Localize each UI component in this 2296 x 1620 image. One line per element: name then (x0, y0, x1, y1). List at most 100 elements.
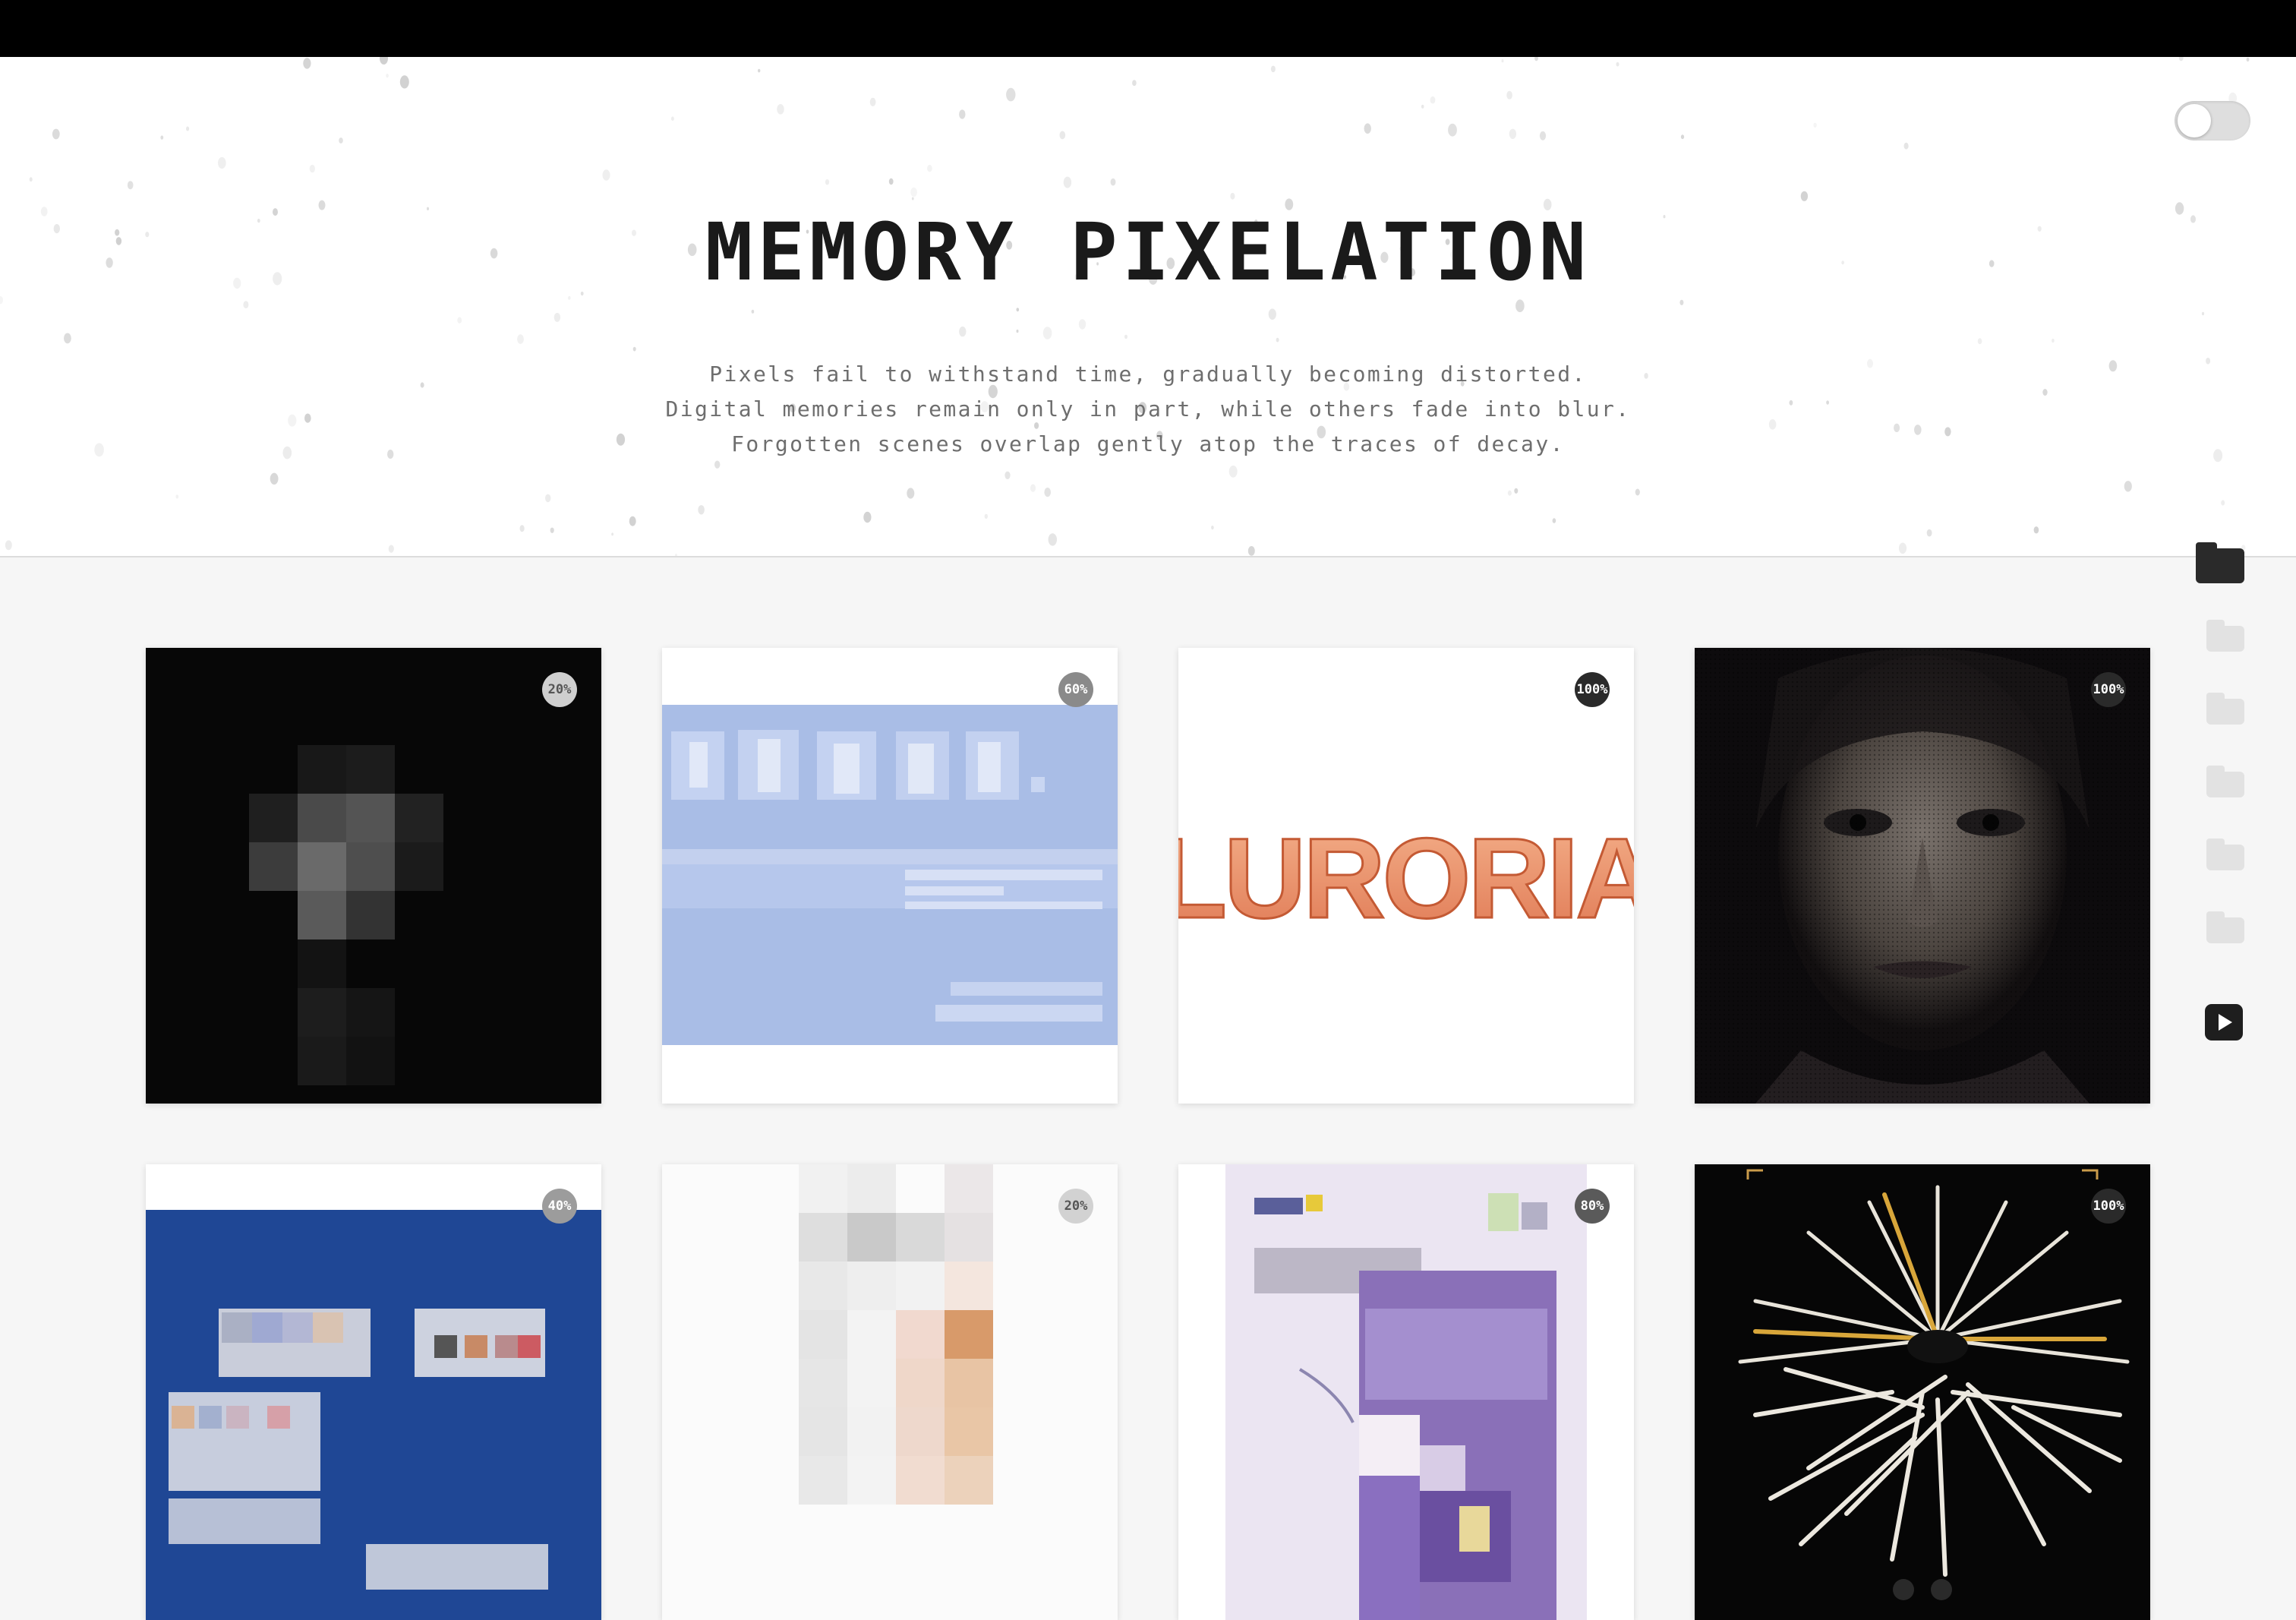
dust-particle (1421, 104, 1424, 109)
dust-particle (270, 472, 279, 485)
dust-particle (1977, 338, 1982, 345)
dust-particle (869, 97, 876, 106)
dust-particle (1552, 518, 1556, 523)
gallery-card-8[interactable]: 100% (1695, 1164, 2150, 1620)
gallery-card-6[interactable]: 20% (662, 1164, 1118, 1620)
dust-particle (888, 178, 894, 185)
dust-particle (907, 488, 915, 499)
artwork-dark-cross (146, 648, 601, 1104)
nav-folder-2[interactable] (2196, 614, 2244, 659)
subtitle-line: Forgotten scenes overlap gently atop the… (731, 431, 1565, 456)
dust-particle (1926, 529, 1932, 537)
dust-particle (1514, 488, 1519, 494)
nav-folder-1[interactable] (2196, 541, 2244, 586)
dust-particle (1110, 178, 1116, 186)
dust-particle (1268, 308, 1276, 321)
dust-particle (1132, 80, 1137, 87)
dust-particle (519, 525, 525, 532)
dust-particle (911, 197, 914, 201)
dust-particle (2124, 481, 2132, 492)
dust-particle (1211, 526, 1214, 530)
artwork-blue-chinese-text (662, 705, 1118, 1045)
dust-particle (632, 346, 636, 352)
progress-badge: 20% (542, 672, 577, 707)
dust-particle (1448, 123, 1457, 137)
header-section: MEMORY PIXELATION Pixels fail to withsta… (0, 57, 2296, 557)
dust-particle (388, 545, 394, 553)
dust-particle (927, 165, 932, 172)
folder-icon (2206, 911, 2244, 943)
dust-particle (1042, 327, 1052, 339)
gallery-card-4[interactable]: 100% (1695, 648, 2150, 1104)
nav-folder-3[interactable] (2196, 687, 2244, 732)
folder-icon (2196, 542, 2244, 583)
dust-particle (1044, 488, 1051, 497)
dust-particle (1230, 192, 1235, 200)
dust-particle (698, 505, 705, 515)
dust-particle (1124, 334, 1128, 339)
dust-particle (175, 494, 179, 499)
dust-particle (1430, 96, 1436, 104)
dust-particle (1616, 62, 1620, 67)
dust-particle (1016, 329, 1019, 333)
artwork-pale-blocks (799, 1164, 993, 1505)
nav-folder-5[interactable] (2196, 832, 2244, 878)
dust-particle (380, 57, 388, 65)
dust-particle (399, 75, 409, 89)
dust-particle (550, 527, 554, 533)
progress-badge: 20% (1058, 1189, 1093, 1224)
dust-particle (1247, 546, 1255, 556)
top-bar (0, 0, 2296, 57)
dust-particle (1507, 490, 1512, 496)
dust-particle (243, 301, 249, 308)
dust-particle (984, 513, 989, 519)
gallery-card-5[interactable]: 40% (146, 1164, 601, 1620)
dust-particle (714, 460, 721, 469)
dust-particle (29, 177, 33, 182)
folder-icon (2206, 693, 2244, 725)
gallery-card-7[interactable]: 80% (1178, 1164, 1634, 1620)
dust-particle (386, 74, 389, 78)
dust-particle (758, 68, 761, 73)
progress-badge: 100% (1575, 672, 1610, 707)
folder-icon (2206, 620, 2244, 652)
dust-particle (64, 333, 71, 344)
dust-particle (751, 309, 755, 314)
dust-particle (1534, 57, 1538, 62)
gallery-card-3[interactable]: LURORIA 100% (1178, 648, 1634, 1104)
gallery-card-2[interactable]: 60% (662, 648, 1118, 1104)
nav-play[interactable] (2196, 1001, 2244, 1047)
page-subtitle: Pixels fail to withstand time, gradually… (0, 357, 2296, 462)
progress-badge: 60% (1058, 672, 1093, 707)
dust-particle (2033, 526, 2039, 534)
dust-particle (1004, 471, 1011, 479)
dust-particle (1063, 176, 1072, 188)
page-title: MEMORY PIXELATION (705, 206, 1591, 298)
folder-icon (2206, 838, 2244, 870)
dust-particle (1270, 65, 1276, 73)
side-navigation (2196, 541, 2244, 1057)
dust-particle (1898, 542, 1907, 554)
artwork-luroria-logo: LURORIA (1178, 813, 1634, 943)
dust-particle (2246, 57, 2250, 62)
dust-particle (1813, 122, 1817, 128)
play-icon (2205, 1004, 2243, 1041)
nav-folder-6[interactable] (2196, 905, 2244, 951)
dust-particle (309, 164, 315, 173)
dust-particle (1506, 90, 1512, 99)
dust-particle (777, 104, 784, 115)
dust-particle (545, 494, 551, 503)
artwork-blue-palette-grid (146, 1210, 601, 1620)
dust-particle (2178, 57, 2184, 62)
dust-particle (1509, 128, 1517, 139)
dust-particle (1800, 191, 1809, 201)
dust-particle (959, 109, 966, 119)
dust-particle (825, 179, 830, 185)
progress-badge: 80% (1575, 1189, 1610, 1224)
dust-particle (1539, 131, 1547, 141)
theme-toggle[interactable] (2175, 101, 2250, 141)
gallery-card-1[interactable]: 20% (146, 648, 601, 1104)
nav-folder-4[interactable] (2196, 759, 2244, 805)
dust-particle (1679, 299, 1684, 305)
progress-badge: 100% (2091, 1189, 2126, 1224)
